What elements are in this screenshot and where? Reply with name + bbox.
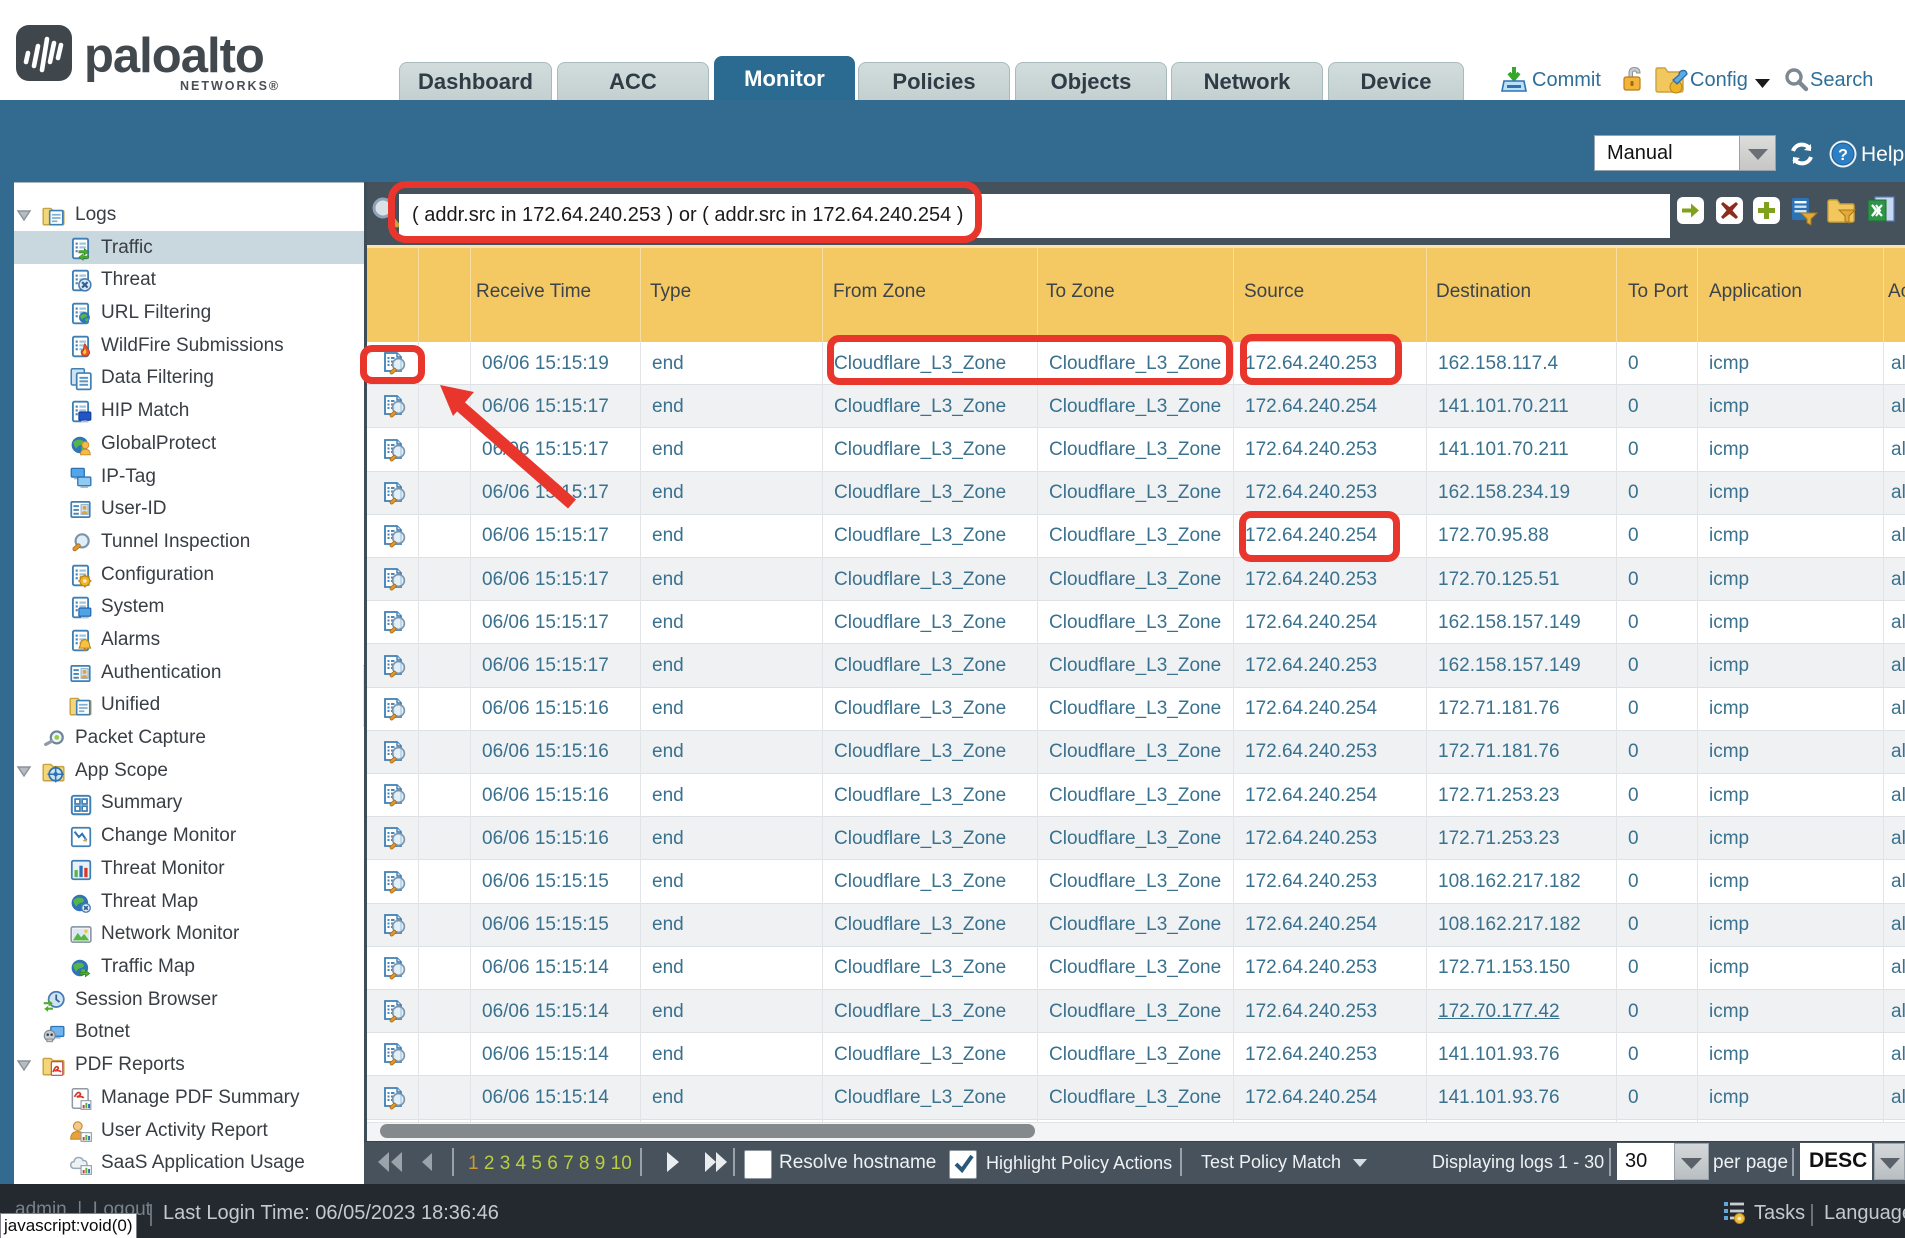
svg-text:paloalto: paloalto — [84, 29, 264, 83]
svg-text:NETWORKS®: NETWORKS® — [180, 79, 280, 93]
svg-text:?: ? — [1838, 147, 1848, 164]
